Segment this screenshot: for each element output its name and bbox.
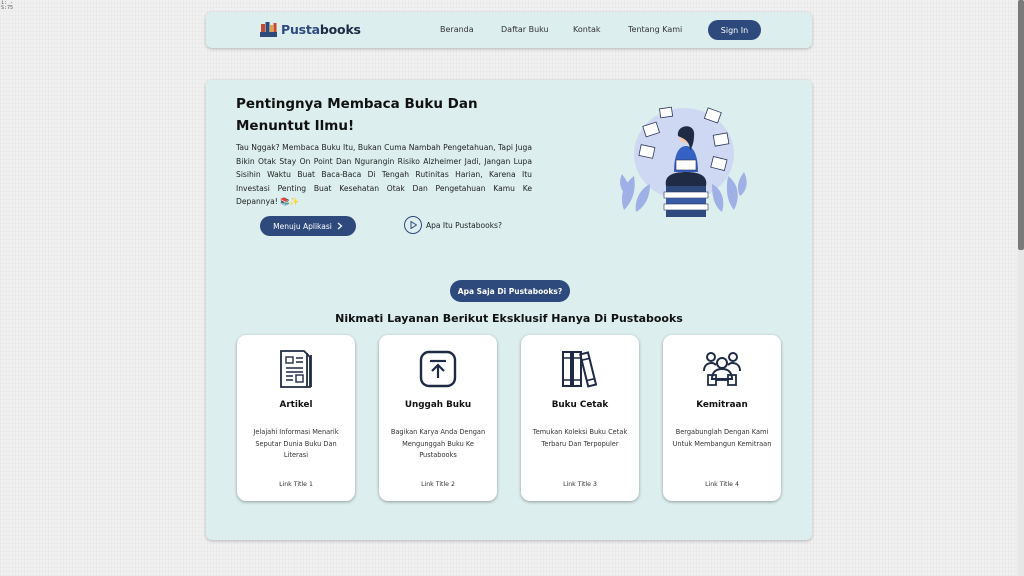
card-link[interactable]: Link Title 2 — [379, 481, 497, 488]
reading-girl-illustration — [620, 106, 747, 217]
services-pill-button[interactable]: Apa Saja Di Pustabooks? — [450, 280, 570, 302]
card-link[interactable]: Link Title 3 — [521, 481, 639, 488]
document-icon — [280, 350, 312, 388]
play-icon — [404, 216, 422, 234]
partnership-icon — [703, 352, 741, 386]
chevron-right-icon — [337, 222, 343, 230]
brand-name-part1: Pusta — [281, 22, 320, 37]
card-title: Artikel — [279, 400, 313, 410]
sign-in-button[interactable]: Sign In — [708, 20, 761, 40]
go-to-app-label: Menuju Aplikasi — [273, 221, 332, 231]
card-description: Temukan Koleksi Buku Cetak Terbaru Dan T… — [532, 428, 628, 448]
video-link-label: Apa Itu Pustabooks? — [426, 220, 502, 230]
brand-name-part2: books — [319, 22, 361, 37]
card-link[interactable]: Link Title 1 — [237, 481, 355, 488]
card-description: Jelajahi Informasi Menarik Seputar Dunia… — [253, 428, 339, 459]
hero-title: Pentingnya Membaca Buku Dan Menuntut Ilm… — [236, 96, 478, 134]
nav-link-beranda[interactable]: Beranda — [440, 25, 474, 34]
upload-icon — [419, 350, 457, 388]
nav-link-tentang-kami[interactable]: Tentang Kami — [628, 25, 682, 34]
what-is-pustabooks-link[interactable]: Apa Itu Pustabooks? — [404, 216, 502, 234]
service-card-kemitraan[interactable]: Kemitraan Bergabunglah Dengan Kami Untuk… — [663, 335, 781, 501]
card-title: Kemitraan — [696, 400, 748, 410]
service-card-unggah-buku[interactable]: Unggah Buku Bagikan Karya Anda Dengan Me… — [379, 335, 497, 501]
nav-link-kontak[interactable]: Kontak — [573, 25, 600, 34]
card-title: Buku Cetak — [551, 400, 609, 410]
books-logo-icon — [260, 22, 277, 37]
hero-description: Tau Nggak? Membaca Buku Itu, Bukan Cuma … — [236, 143, 532, 207]
service-card-buku-cetak[interactable]: Buku Cetak Temukan Koleksi Buku Cetak Te… — [521, 335, 639, 501]
card-description: Bergabunglah Dengan Kami Untuk Membangun… — [672, 428, 772, 448]
brand-name: Pustabooks — [281, 22, 361, 37]
card-link[interactable]: Link Title 4 — [663, 481, 781, 488]
page-scrollbar[interactable] — [1018, 0, 1024, 576]
card-description: Bagikan Karya Anda Dengan Mengunggah Buk… — [390, 428, 486, 459]
corner-glyph: i: - S:75 — [1, 0, 14, 11]
navbar: Pustabooks Beranda Daftar Buku Kontak Te… — [206, 12, 812, 48]
card-title: Unggah Buku — [404, 400, 472, 410]
go-to-app-button[interactable]: Menuju Aplikasi — [260, 216, 356, 236]
services-title: Nikmati Layanan Berikut Eksklusif Hanya … — [335, 312, 683, 325]
books-icon — [562, 351, 598, 388]
brand-logo[interactable]: Pustabooks — [260, 22, 361, 37]
main-panel: Pentingnya Membaca Buku Dan Menuntut Ilm… — [206, 80, 812, 540]
nav-link-daftar-buku[interactable]: Daftar Buku — [501, 25, 549, 34]
scrollbar-thumb[interactable] — [1018, 0, 1024, 250]
service-card-artikel[interactable]: Artikel Jelajahi Informasi Menarik Seput… — [237, 335, 355, 501]
